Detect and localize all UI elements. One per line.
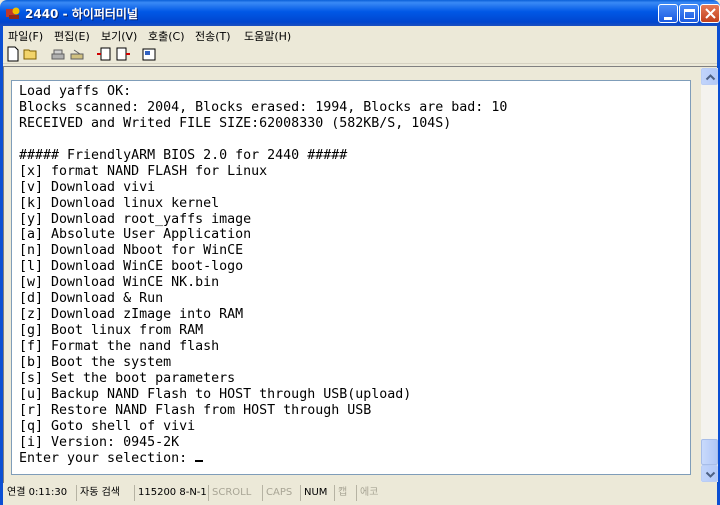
vertical-scrollbar[interactable]: [701, 68, 718, 482]
status-num: NUM: [300, 485, 332, 501]
title-bar[interactable]: 2440 - 하이퍼터미널: [0, 0, 720, 26]
terminal-line: [b] Boot the system: [19, 354, 172, 370]
minimize-button[interactable]: [658, 4, 678, 23]
status-capture: 캡: [334, 485, 354, 501]
receive-icon[interactable]: [115, 46, 131, 62]
close-icon: [705, 8, 716, 19]
open-icon[interactable]: [23, 46, 39, 62]
maximize-button[interactable]: [679, 4, 699, 23]
menu-transfer[interactable]: 전송(T): [195, 28, 231, 44]
status-bar: 연결 0:11:30 자동 검색 115200 8-N-1 SCROLL CAP…: [3, 483, 717, 505]
menu-file[interactable]: 파일(F): [8, 28, 43, 44]
menu-bar: 파일(F) 편집(E) 보기(V) 호출(C) 전송(T) 도움말(H): [3, 26, 717, 44]
maximize-icon: [684, 9, 695, 19]
terminal-output: Load yaffs OK: Blocks scanned: 2004, Bloc…: [19, 84, 689, 467]
terminal-line: [a] Absolute User Application: [19, 227, 252, 243]
menu-help[interactable]: 도움말(H): [244, 28, 291, 44]
terminal-line: [z] Download zImage into RAM: [19, 307, 244, 323]
status-settings: 115200 8-N-1: [134, 485, 207, 501]
disconnect-icon[interactable]: [69, 46, 85, 62]
status-detect: 자동 검색: [76, 485, 132, 501]
properties-icon[interactable]: [141, 46, 157, 62]
menu-call[interactable]: 호출(C): [148, 28, 185, 44]
arrow-down-icon: [705, 471, 716, 478]
terminal-line: Blocks scanned: 2004, Blocks erased: 199…: [19, 99, 508, 115]
terminal-line: [q] Goto shell of vivi: [19, 418, 196, 434]
terminal-line: Load yaffs OK:: [19, 84, 132, 99]
new-icon[interactable]: [5, 46, 21, 62]
status-caps: CAPS: [262, 485, 298, 501]
arrow-up-icon: [705, 74, 716, 81]
terminal-line: [l] Download WinCE boot-logo: [19, 259, 244, 275]
call-icon[interactable]: [50, 46, 66, 62]
terminal-line: ##### FriendlyARM BIOS 2.0 for 2440 ####…: [19, 147, 348, 163]
terminal-line: [v] Download vivi: [19, 179, 156, 195]
terminal-line: [r] Restore NAND Flash from HOST through…: [19, 402, 372, 418]
terminal-line: [g] Boot linux from RAM: [19, 323, 204, 339]
menu-edit[interactable]: 편집(E): [54, 28, 90, 44]
close-button[interactable]: [700, 4, 720, 23]
terminal-line: [y] Download root_yaffs image: [19, 211, 252, 227]
prompt-text: Enter your selection:: [19, 450, 196, 466]
scroll-down-button[interactable]: [701, 465, 718, 482]
status-scroll: SCROLL: [208, 485, 260, 501]
terminal-line: [n] Download Nboot for WinCE: [19, 243, 244, 259]
terminal-prompt: Enter your selection:: [19, 451, 689, 467]
terminal-line: [x] format NAND FLASH for Linux: [19, 163, 268, 179]
terminal-line: RECEIVED and Writed FILE SIZE:62008330 (…: [19, 115, 452, 131]
minimize-icon: [664, 17, 672, 20]
terminal-line: [w] Download WinCE NK.bin: [19, 275, 220, 291]
terminal-line: [s] Set the boot parameters: [19, 370, 236, 386]
scrollbar-thumb[interactable]: [701, 439, 718, 465]
window-title: 2440 - 하이퍼터미널: [25, 7, 138, 21]
toolbar: [3, 44, 717, 64]
text-cursor: [195, 459, 204, 462]
terminal-line: [k] Download linux kernel: [19, 195, 220, 211]
hyperterminal-icon[interactable]: [5, 5, 21, 21]
terminal-line: [f] Format the nand flash: [19, 339, 220, 354]
terminal-pane: Load yaffs OK: Blocks scanned: 2004, Bloc…: [3, 66, 718, 483]
terminal-line: [d] Download & Run: [19, 291, 164, 307]
terminal-screen[interactable]: Load yaffs OK: Blocks scanned: 2004, Bloc…: [11, 80, 691, 475]
status-echo: 에코: [356, 485, 386, 501]
status-connected: 연결 0:11:30: [7, 487, 68, 498]
menu-view[interactable]: 보기(V): [101, 28, 137, 44]
send-icon[interactable]: [96, 46, 112, 62]
terminal-line: [i] Version: 0945-2K: [19, 434, 180, 450]
terminal-line: [u] Backup NAND Flash to HOST through US…: [19, 386, 412, 402]
scroll-up-button[interactable]: [701, 68, 718, 85]
